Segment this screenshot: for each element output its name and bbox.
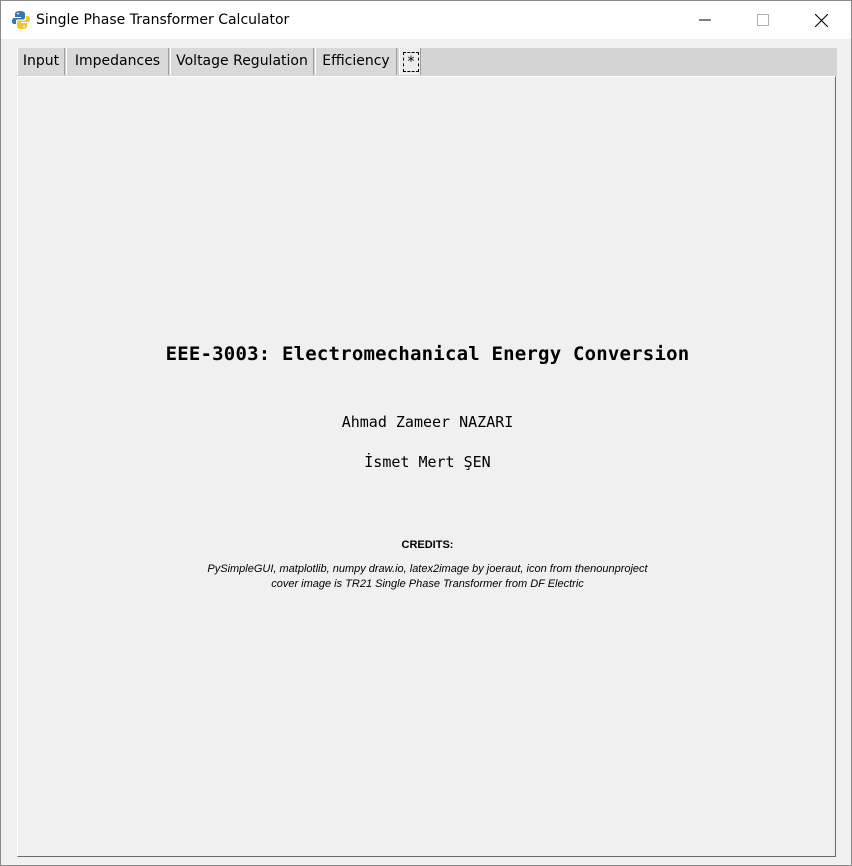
minimize-button[interactable] (676, 1, 734, 39)
close-button[interactable] (792, 1, 850, 39)
tab-input[interactable]: Input (17, 48, 65, 75)
about-panel: EEE-3003: Electromechanical Energy Conve… (17, 76, 836, 857)
tab-about[interactable]: * (399, 48, 421, 75)
window-content: Input Impedances Voltage Regulation Effi… (1, 39, 851, 865)
author-name: Ahmad Zameer NAZARI (341, 413, 514, 431)
tab-about-label: * (403, 52, 419, 72)
app-window: Single Phase Transformer Calculator Inpu… (0, 0, 852, 866)
tab-strip: Input Impedances Voltage Regulation Effi… (17, 48, 837, 76)
credits-line: cover image is TR21 Single Phase Transfo… (271, 578, 584, 590)
credits-heading: CREDITS: (401, 539, 454, 551)
credits-line: PySimpleGUI, matplotlib, numpy draw.io, … (207, 563, 648, 575)
title-bar[interactable]: Single Phase Transformer Calculator (1, 1, 851, 39)
python-app-icon (11, 10, 31, 30)
window-title: Single Phase Transformer Calculator (36, 12, 290, 28)
tab-voltage-regulation[interactable]: Voltage Regulation (170, 48, 314, 75)
tab-efficiency[interactable]: Efficiency (315, 48, 397, 75)
course-title: EEE-3003: Electromechanical Energy Conve… (165, 343, 690, 365)
author-name: İsmet Mert ŞEN (364, 453, 491, 471)
maximize-button[interactable] (734, 1, 792, 39)
close-icon (814, 13, 828, 27)
minimize-icon (699, 19, 711, 21)
tab-impedances[interactable]: Impedances (66, 48, 169, 75)
maximize-icon (757, 14, 769, 26)
